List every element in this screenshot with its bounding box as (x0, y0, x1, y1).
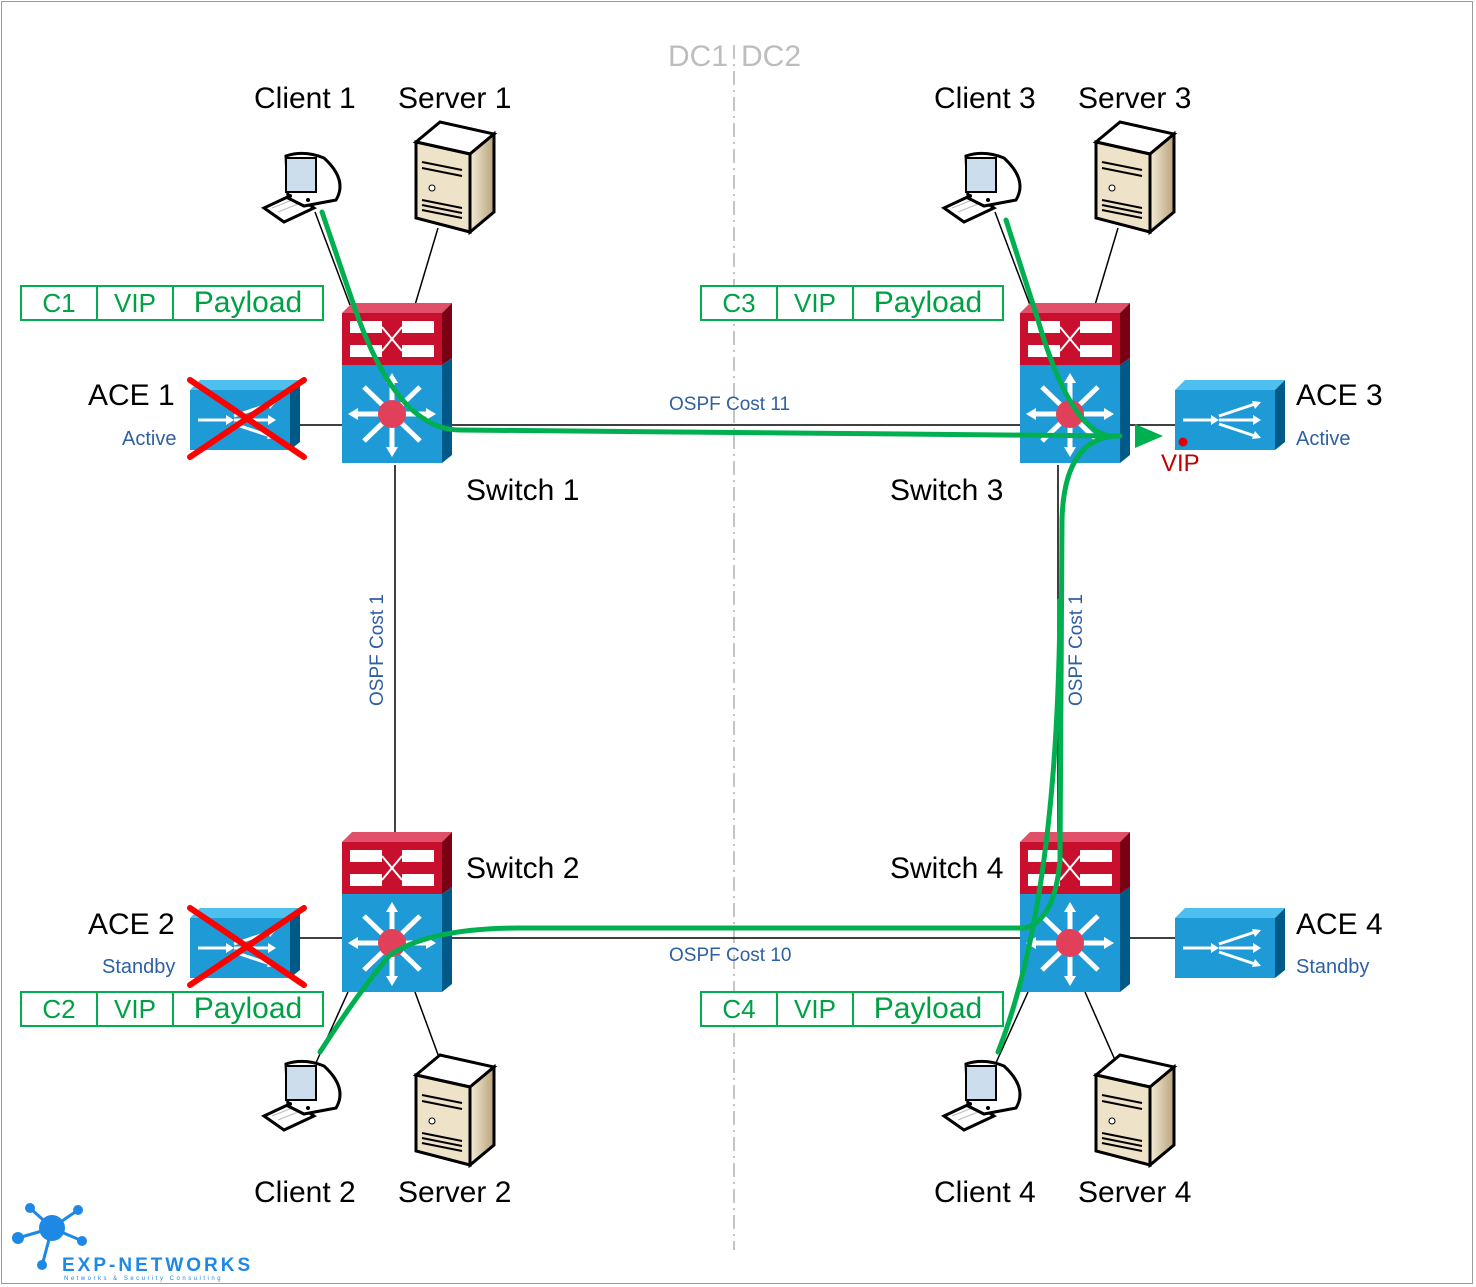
packet-c3: C3 VIP Payload (700, 285, 1004, 321)
server-3-label: Server 3 (1078, 82, 1192, 115)
ace-2-label: ACE 2 (88, 908, 175, 941)
packet-dst: VIP (98, 287, 174, 319)
packet-dst: VIP (778, 993, 854, 1025)
ace-2-state: Standby (102, 956, 176, 978)
switch-1-label: Switch 1 (466, 474, 580, 507)
switch-3 (1020, 303, 1130, 463)
ace-3 (1173, 378, 1287, 452)
ospf-cost-sw1-sw3: OSPF Cost 11 (669, 394, 791, 415)
switch-1 (342, 303, 452, 463)
ace-4-label: ACE 4 (1296, 908, 1383, 941)
dc1-label: DC1 (668, 40, 729, 73)
ospf-cost-sw1-sw2: OSPF Cost 1 (367, 594, 388, 706)
packet-c1: C1 VIP Payload (20, 285, 324, 321)
ace-1-label: ACE 1 (88, 379, 175, 412)
packet-dst: VIP (778, 287, 854, 319)
packet-src: C1 (22, 287, 98, 319)
packet-src: C2 (22, 993, 98, 1025)
packet-c4: C4 VIP Payload (700, 991, 1004, 1027)
link-server3-sw3 (1094, 227, 1119, 306)
vip-label: VIP (1161, 450, 1200, 477)
packet-src: C4 (702, 993, 778, 1025)
client-1-label: Client 1 (254, 82, 356, 115)
ospf-cost-sw2-sw4: OSPF Cost 10 (669, 945, 792, 966)
link-server4-sw4 (1084, 991, 1116, 1061)
dc2-label: DC2 (741, 40, 802, 73)
flow-arrowhead (1135, 424, 1163, 448)
packet-c2: C2 VIP Payload (20, 991, 324, 1027)
client-2-label: Client 2 (254, 1176, 356, 1209)
server-4-label: Server 4 (1078, 1176, 1192, 1209)
packet-payload: Payload (193, 992, 303, 1025)
switch-3-label: Switch 3 (890, 474, 1004, 507)
ace-4-state: Standby (1296, 956, 1370, 978)
ace-4 (1173, 906, 1287, 980)
ace-3-state: Active (1296, 428, 1351, 450)
link-server2-sw2 (414, 991, 441, 1061)
packet-payload: Payload (873, 992, 983, 1025)
client-4-icon (942, 1059, 1022, 1132)
client-3-label: Client 3 (934, 82, 1036, 115)
ace-1-state: Active (122, 428, 177, 450)
ace-3-label: ACE 3 (1296, 379, 1383, 412)
client-1-icon (262, 151, 342, 224)
client-4-label: Client 4 (934, 1176, 1036, 1209)
vip-dot (1178, 437, 1188, 447)
network-diagram (12, 45, 1287, 1270)
switch-2-label: Switch 2 (466, 852, 580, 885)
packet-payload: Payload (193, 286, 303, 319)
server-2-label: Server 2 (398, 1176, 512, 1209)
packet-dst: VIP (98, 993, 174, 1025)
logo-name: EXP-NETWORKS (62, 1255, 254, 1276)
switch-4-label: Switch 4 (890, 852, 1004, 885)
logo-tagline: Networks & Security Consulting (64, 1276, 224, 1282)
server-2-icon (414, 1053, 496, 1167)
packet-payload: Payload (873, 286, 983, 319)
ospf-cost-sw3-sw4: OSPF Cost 1 (1066, 594, 1087, 706)
switch-2 (342, 832, 452, 992)
server-4-icon (1094, 1053, 1176, 1167)
packet-src: C3 (702, 287, 778, 319)
server-3-icon (1094, 120, 1176, 234)
client-2-icon (262, 1059, 342, 1132)
server-1-label: Server 1 (398, 82, 512, 115)
client-3-icon (942, 151, 1022, 224)
link-server1-sw1 (414, 227, 439, 306)
server-1-icon (414, 120, 496, 234)
